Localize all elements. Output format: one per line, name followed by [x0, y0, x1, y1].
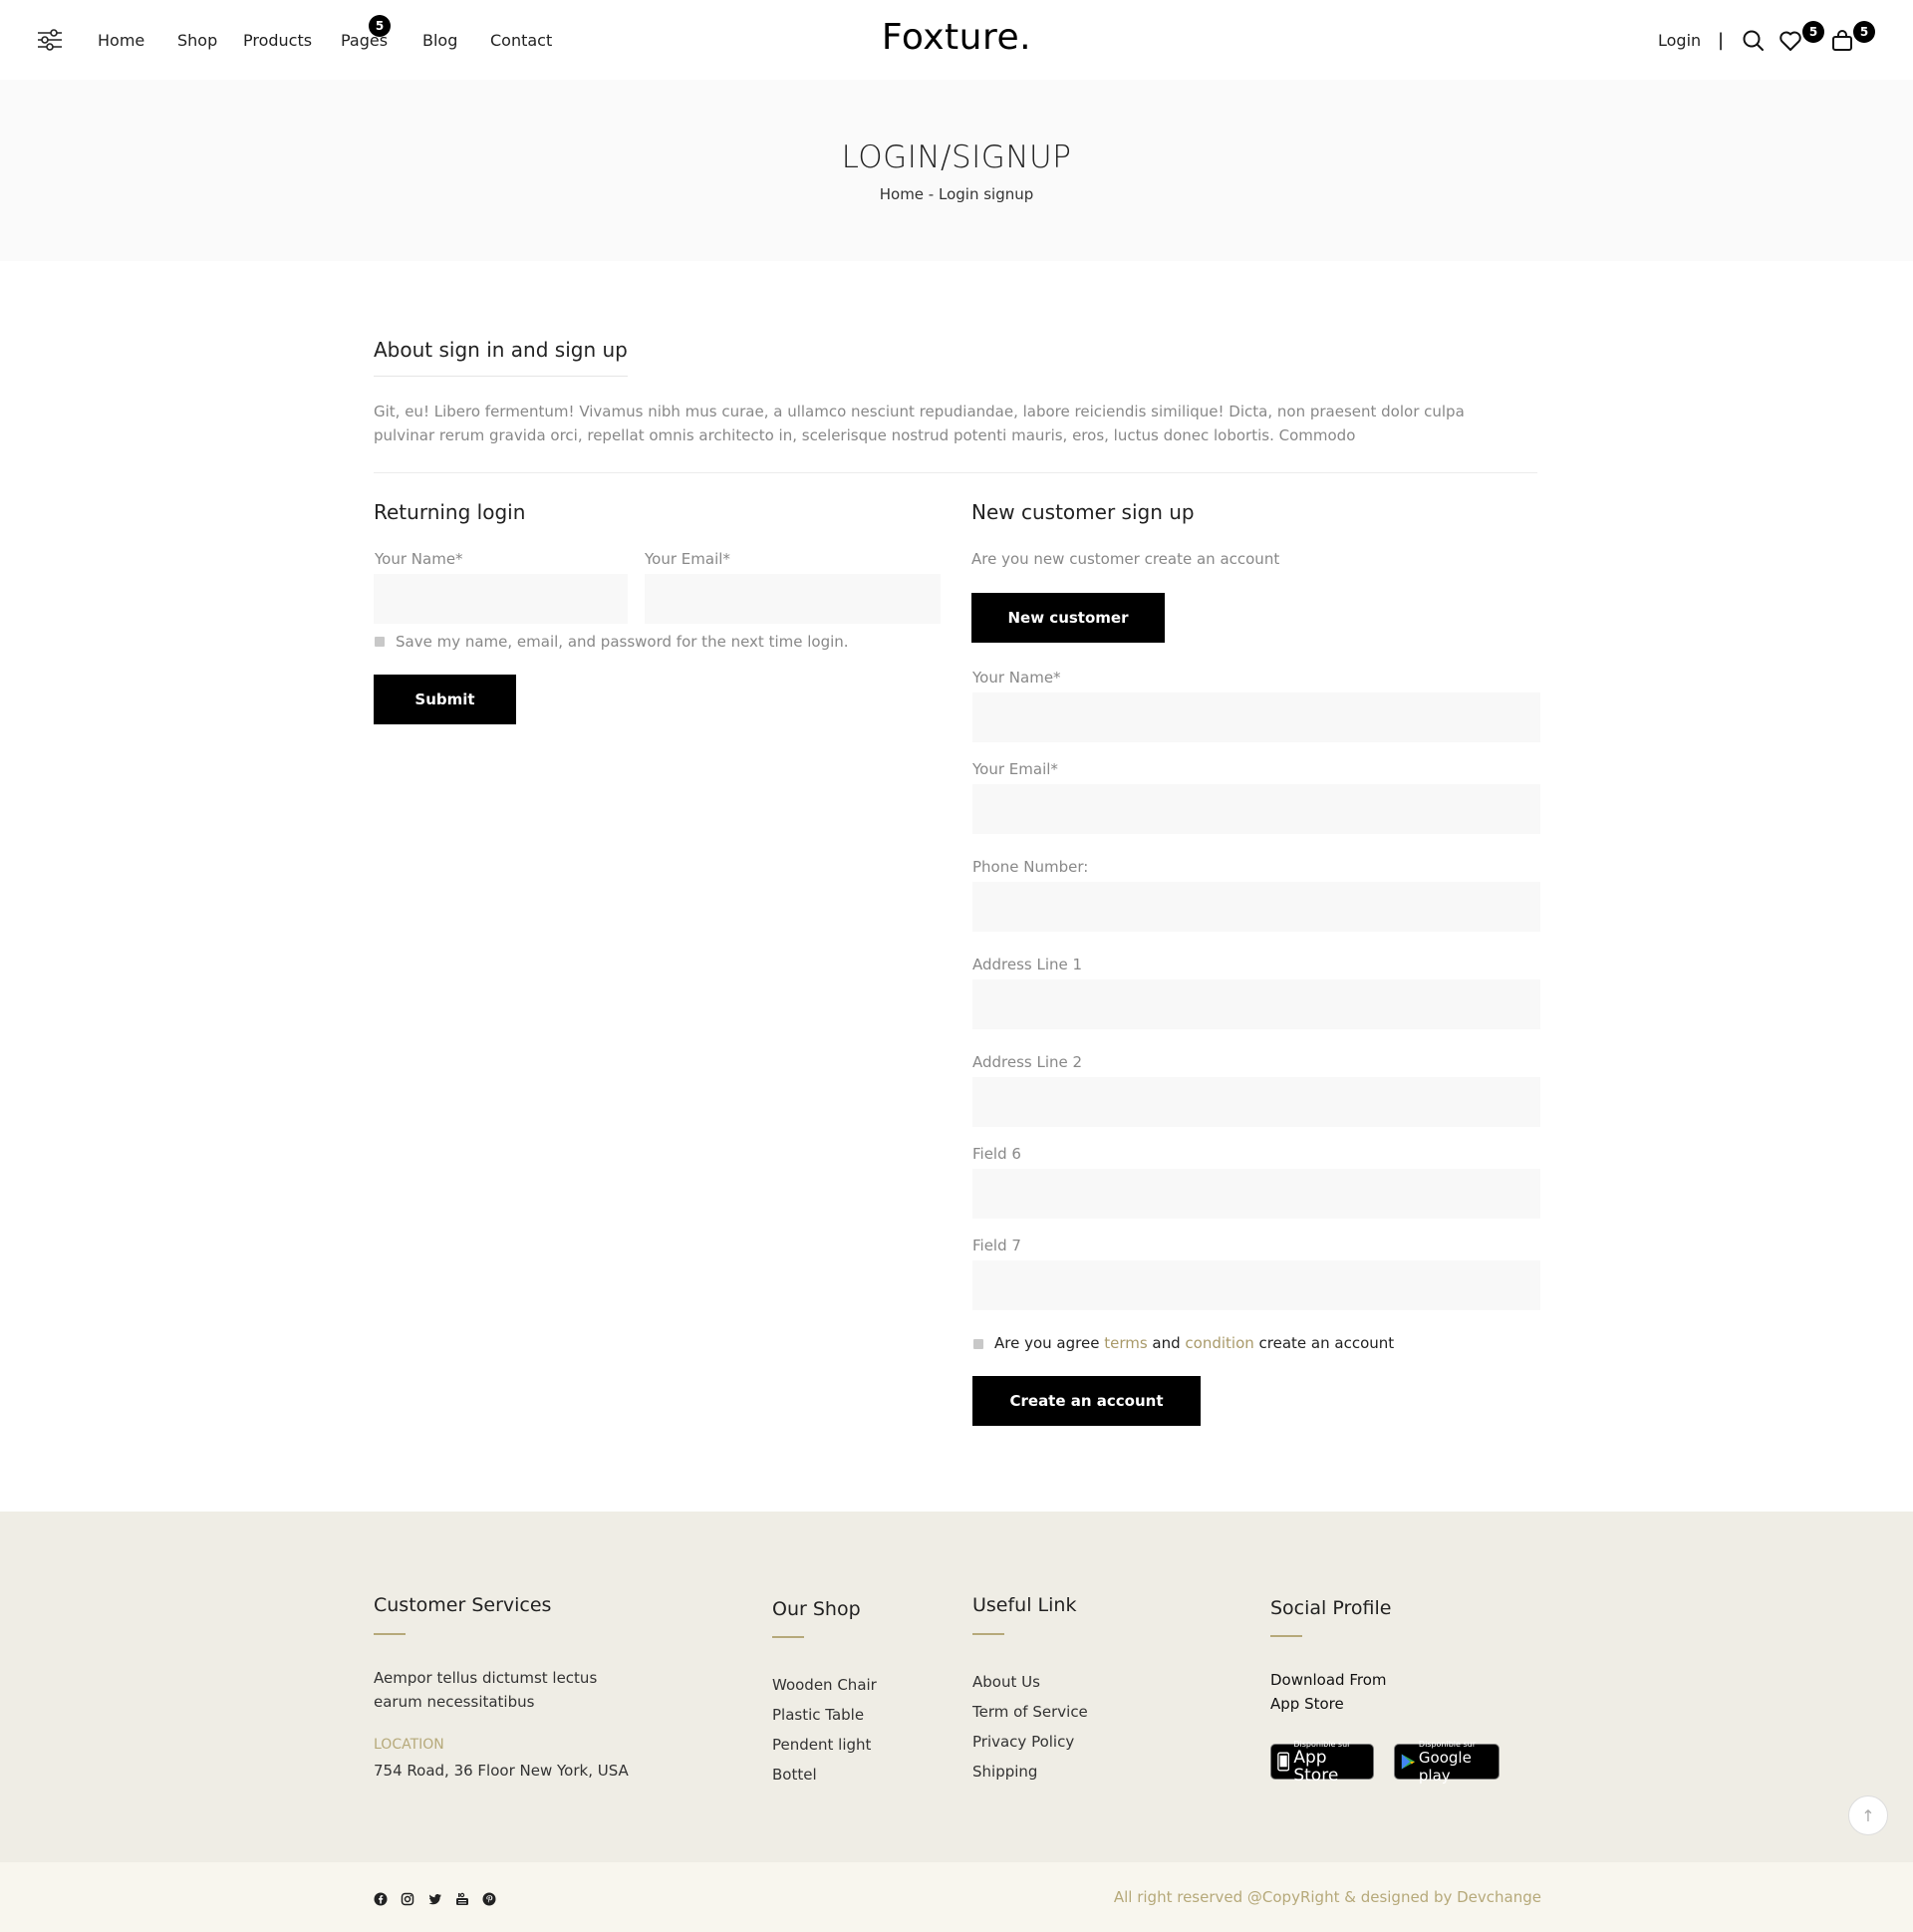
phone-icon	[1277, 1752, 1290, 1772]
header-login-link[interactable]: Login	[1658, 31, 1701, 50]
footer-bottom-bar: All right reserved @CopyRight & designed…	[0, 1862, 1913, 1932]
social-profile-underline	[1270, 1635, 1302, 1637]
site-footer: Customer Services Aempor tellus dictumst…	[0, 1512, 1913, 1862]
site-logo[interactable]: Foxture.	[857, 17, 1056, 58]
agree-label: Are you agree terms and condition create…	[994, 1334, 1394, 1352]
useful-link-title: Useful Link	[972, 1594, 1077, 1616]
app-store-badge-text: Disponible sur App Store	[1293, 1740, 1367, 1785]
signup-phone-label: Phone Number:	[972, 858, 1089, 876]
page-banner: LOGIN/SIGNUP Home - Login signup	[0, 80, 1913, 261]
filter-menu-icon[interactable]	[37, 28, 63, 52]
pinterest-icon[interactable]	[482, 1892, 496, 1906]
location-label: LOCATION	[374, 1737, 444, 1753]
login-email-input[interactable]	[645, 574, 941, 624]
customer-services-text-2: earum necessitatibus	[374, 1693, 535, 1711]
header-separator: |	[1718, 30, 1725, 51]
site-header: Home Shop Products Pages 5 Blog Contact …	[0, 0, 1913, 80]
remember-label: Save my name, email, and password for th…	[396, 633, 849, 651]
useful-link-privacy-policy[interactable]: Privacy Policy	[972, 1733, 1074, 1751]
useful-link-underline	[972, 1633, 1004, 1635]
google-play-badge-text: Disponible sur Google play	[1419, 1740, 1493, 1785]
login-email-label: Your Email*	[645, 550, 730, 568]
signup-name-label: Your Name*	[972, 669, 1061, 687]
location-address: 754 Road, 36 Floor New York, USA	[374, 1762, 629, 1780]
signup-address1-input[interactable]	[972, 979, 1540, 1029]
scroll-to-top-button[interactable]: ↑	[1848, 1795, 1888, 1835]
agree-suffix: create an account	[1253, 1334, 1395, 1352]
signup-email-label: Your Email*	[972, 760, 1058, 778]
shop-link-pendent-light[interactable]: Pendent light	[772, 1736, 871, 1754]
signup-address2-input[interactable]	[972, 1077, 1540, 1127]
login-name-input[interactable]	[374, 574, 628, 624]
about-title: About sign in and sign up	[374, 338, 628, 377]
our-shop-underline	[772, 1636, 804, 1638]
download-text-2: App Store	[1270, 1695, 1344, 1713]
nav-contact[interactable]: Contact	[490, 31, 552, 50]
nav-home[interactable]: Home	[98, 31, 144, 50]
shop-link-bottel[interactable]: Bottel	[772, 1766, 817, 1784]
signup-name-input[interactable]	[972, 692, 1540, 742]
download-text-1: Download From	[1270, 1671, 1387, 1689]
breadcrumb-current: Login signup	[938, 185, 1034, 203]
google-play-big: Google play	[1418, 1748, 1472, 1785]
signup-field6-label: Field 6	[972, 1145, 1021, 1163]
useful-link-shipping[interactable]: Shipping	[972, 1763, 1037, 1781]
twitter-icon[interactable]	[428, 1892, 442, 1906]
app-store-big: App Store	[1293, 1747, 1339, 1786]
cart-badge: 5	[1853, 21, 1875, 43]
instagram-icon[interactable]	[401, 1892, 414, 1906]
agree-and: and	[1147, 1334, 1186, 1352]
wishlist-badge: 5	[1802, 21, 1824, 43]
signup-field7-input[interactable]	[972, 1260, 1540, 1310]
useful-link-term-of-service[interactable]: Term of Service	[972, 1703, 1088, 1721]
shopping-bag-icon[interactable]	[1829, 28, 1855, 54]
condition-link[interactable]: condition	[1185, 1334, 1253, 1352]
signup-title: New customer sign up	[971, 500, 1195, 524]
google-play-icon	[1401, 1754, 1416, 1770]
login-title: Returning login	[374, 500, 526, 524]
signup-phone-input[interactable]	[972, 882, 1540, 932]
signup-email-input[interactable]	[972, 784, 1540, 834]
pages-badge: 5	[369, 15, 391, 37]
heart-icon[interactable]	[1777, 28, 1803, 54]
create-account-button[interactable]: Create an account	[972, 1376, 1201, 1426]
search-icon[interactable]	[1741, 28, 1767, 54]
customer-services-text-1: Aempor tellus dictumst lectus	[374, 1669, 598, 1687]
social-profile-title: Social Profile	[1270, 1597, 1392, 1619]
breadcrumb-separator: -	[924, 185, 939, 203]
new-customer-button[interactable]: New customer	[971, 593, 1165, 643]
youtube-icon[interactable]	[455, 1892, 469, 1906]
google-play-small: Disponible sur	[1418, 1739, 1477, 1749]
about-text: Git, eu! Libero fermentum! Vivamus nibh …	[374, 403, 1465, 444]
signup-field7-label: Field 7	[972, 1237, 1021, 1254]
submit-button[interactable]: Submit	[374, 675, 516, 724]
agree-checkbox[interactable]	[973, 1339, 983, 1349]
customer-services-underline	[374, 1633, 406, 1635]
login-name-label: Your Name*	[375, 550, 463, 568]
breadcrumb: Home - Login signup	[0, 185, 1913, 203]
page-title: LOGIN/SIGNUP	[841, 139, 1072, 175]
app-store-badge[interactable]: Disponible sur App Store	[1270, 1740, 1374, 1785]
facebook-icon[interactable]	[374, 1892, 388, 1906]
signup-address2-label: Address Line 2	[972, 1053, 1083, 1071]
breadcrumb-home[interactable]: Home	[880, 185, 924, 203]
section-divider	[374, 472, 1537, 473]
terms-link[interactable]: terms	[1104, 1334, 1147, 1352]
signup-address1-label: Address Line 1	[972, 956, 1083, 973]
signup-field6-input[interactable]	[972, 1169, 1540, 1219]
nav-shop[interactable]: Shop	[177, 31, 217, 50]
agree-prefix: Are you agree	[994, 1334, 1105, 1352]
shop-link-plastic-table[interactable]: Plastic Table	[772, 1706, 864, 1724]
remember-checkbox[interactable]	[375, 637, 385, 647]
nav-blog[interactable]: Blog	[422, 31, 457, 50]
our-shop-title: Our Shop	[772, 1598, 861, 1620]
customer-services-title: Customer Services	[374, 1594, 552, 1616]
google-play-badge[interactable]: Disponible sur Google play	[1394, 1740, 1500, 1785]
signup-subtitle: Are you new customer create an account	[971, 550, 1280, 568]
nav-products[interactable]: Products	[243, 31, 312, 50]
useful-link-about-us[interactable]: About Us	[972, 1673, 1040, 1691]
shop-link-wooden-chair[interactable]: Wooden Chair	[772, 1676, 877, 1694]
copyright-text: All right reserved @CopyRight & designed…	[1113, 1888, 1541, 1906]
